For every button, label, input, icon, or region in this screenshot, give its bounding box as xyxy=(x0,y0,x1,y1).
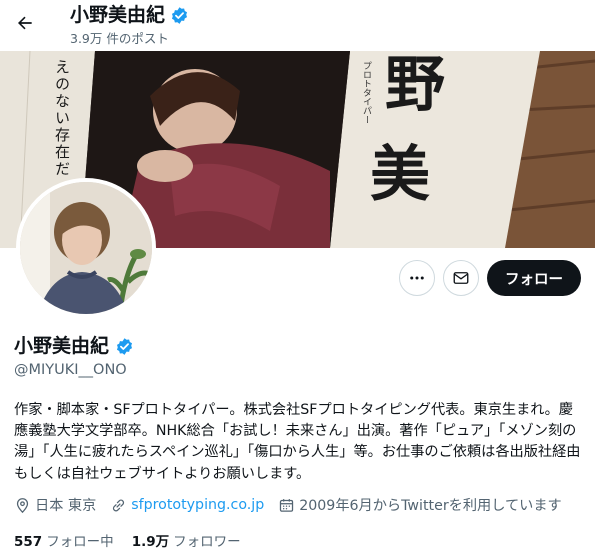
followers-label: フォロワー xyxy=(173,534,241,550)
profile-meta: 日本 東京 sfprototyping.co.jp 2009年6月からTwitt… xyxy=(14,495,576,515)
website-link[interactable]: sfprototyping.co.jp xyxy=(131,497,264,513)
more-button[interactable] xyxy=(399,260,435,296)
calendar-icon xyxy=(280,498,294,512)
following-stat[interactable]: 557 フォロー中 xyxy=(14,530,114,550)
top-bar: 小野美由紀 3.9万 件のポスト xyxy=(0,0,595,51)
post-count: 3.9万 件のポスト xyxy=(70,31,169,46)
followers-count: 1.9万 xyxy=(131,534,170,550)
more-icon xyxy=(410,276,424,280)
following-label: フォロー中 xyxy=(46,534,114,550)
location-text: 日本 東京 xyxy=(35,498,97,514)
mail-icon xyxy=(453,272,469,284)
followers-stat[interactable]: 1.9万 フォロワー xyxy=(132,530,241,550)
header-name: 小野美由紀 xyxy=(70,4,166,26)
location-icon xyxy=(16,497,29,513)
joined-item: 2009年6月からTwitterを利用しています xyxy=(278,495,562,515)
back-button[interactable] xyxy=(8,6,42,40)
magazine-small-text: プロトタイパー xyxy=(361,61,371,124)
profile-actions: フォロー xyxy=(399,260,581,296)
following-count: 557 xyxy=(14,534,43,550)
profile-name-row: 小野美由紀 xyxy=(14,334,134,358)
link-icon xyxy=(113,499,125,511)
magazine-vertical-text: えのない存在だ xyxy=(53,59,71,178)
verified-badge-icon[interactable] xyxy=(115,337,134,356)
verified-badge-icon xyxy=(171,6,188,24)
profile-handle: @MIYUKI__ONO xyxy=(14,362,127,378)
magazine-big-char-2: 美 xyxy=(370,140,430,210)
profile-name: 小野美由紀 xyxy=(14,335,110,357)
follow-button[interactable]: フォロー xyxy=(487,260,581,296)
location-item: 日本 東京 xyxy=(14,495,96,515)
website-item[interactable]: sfprototyping.co.jp xyxy=(110,497,264,514)
profile-bio: 作家・脚本家・SFプロトタイパー。株式会社SFプロトタイピング代表。東京生まれ。… xyxy=(14,402,581,482)
profile-stats: 557 フォロー中 1.9万 フォロワー xyxy=(14,530,241,550)
avatar[interactable] xyxy=(16,178,156,318)
joined-text: 2009年6月からTwitterを利用しています xyxy=(299,498,562,514)
top-name-row: 小野美由紀 xyxy=(70,4,189,26)
message-button[interactable] xyxy=(443,260,479,296)
back-arrow-icon xyxy=(18,16,32,30)
magazine-big-char-1: 野 xyxy=(385,51,445,120)
